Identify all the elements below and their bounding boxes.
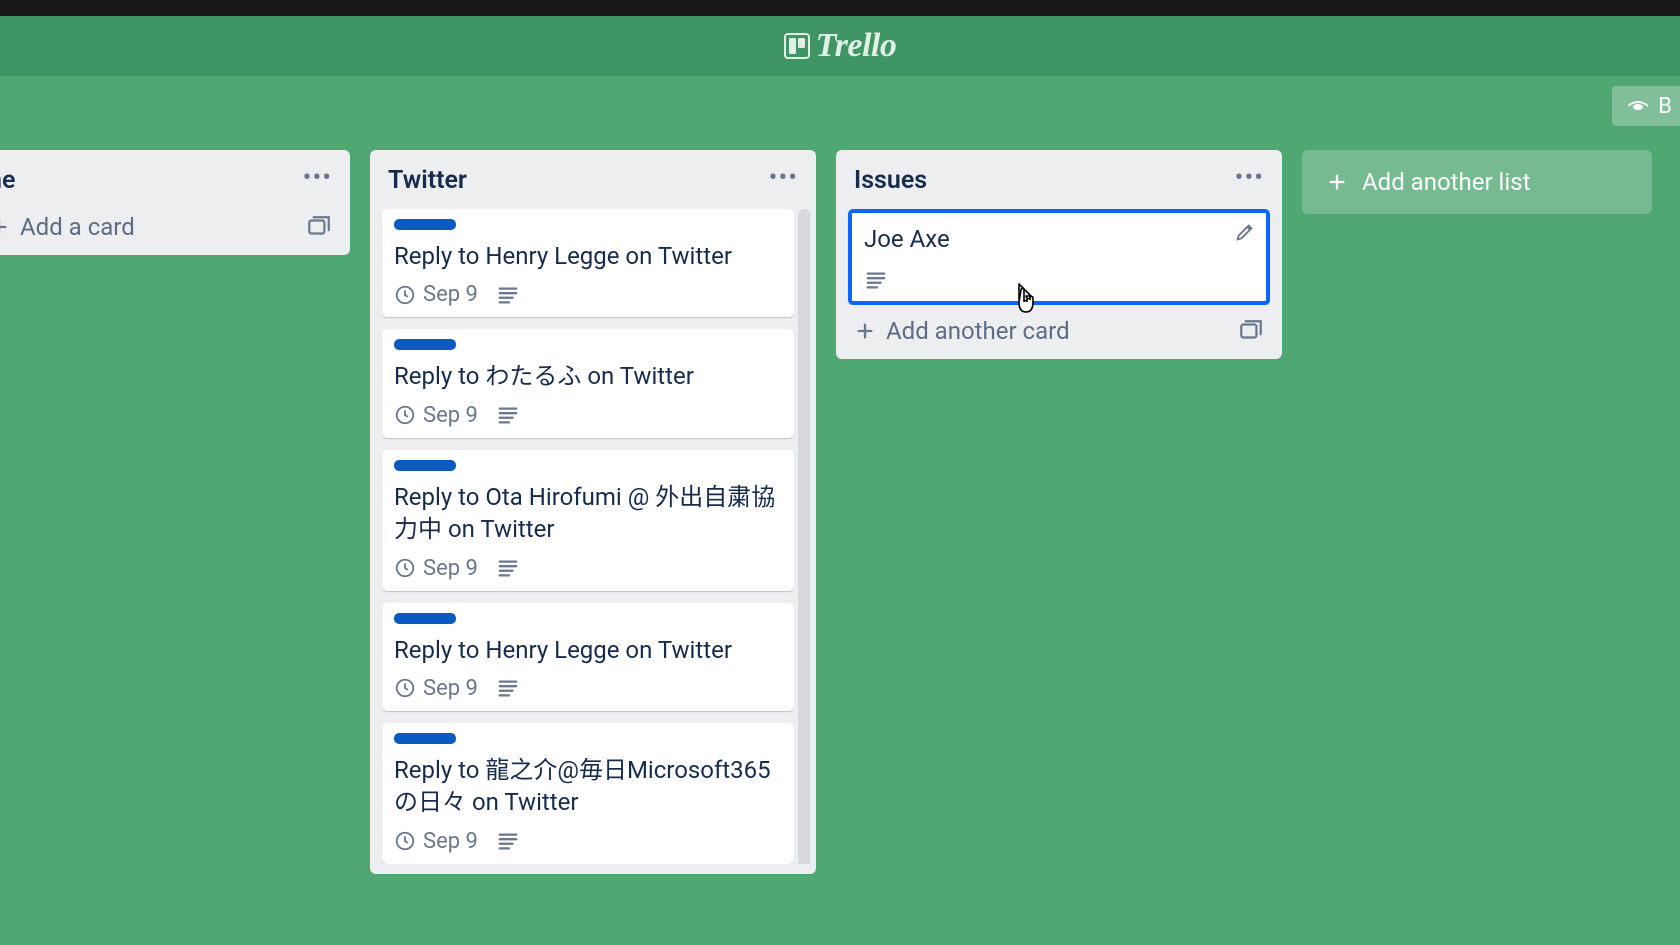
list-title[interactable]: Issues	[854, 166, 927, 195]
list-menu-button[interactable]: •••	[303, 173, 332, 189]
card-label-blue[interactable]	[394, 733, 456, 744]
card-title: Reply to わたるふ on Twitter	[394, 360, 782, 392]
edit-card-icon[interactable]	[1234, 221, 1256, 243]
add-card-label: Add another card	[886, 317, 1070, 345]
due-date-text: Sep 9	[423, 676, 478, 701]
card[interactable]: Reply to Henry Legge on Twitter Sep 9	[382, 603, 794, 711]
trello-header: Trello	[0, 16, 1680, 76]
add-card-button[interactable]: Add a card	[0, 209, 344, 245]
description-icon	[496, 557, 520, 579]
card-label-blue[interactable]	[394, 460, 456, 471]
due-date-text: Sep 9	[423, 403, 478, 428]
template-icon[interactable]	[1238, 318, 1264, 344]
list-menu-button[interactable]: •••	[1235, 173, 1264, 189]
due-date-badge: Sep 9	[394, 676, 478, 701]
list-menu-button[interactable]: •••	[769, 173, 798, 189]
clock-icon	[394, 404, 416, 426]
card[interactable]: Reply to 龍之介@毎日Microsoft365の日々 on Twitte…	[382, 723, 794, 864]
add-another-list-button[interactable]: Add another list	[1302, 150, 1652, 214]
card-label-blue[interactable]	[394, 339, 456, 350]
plus-icon	[0, 216, 10, 238]
board-header-bar: B	[0, 76, 1680, 136]
list-title[interactable]: Twitter	[388, 166, 467, 195]
card-title: Reply to 龍之介@毎日Microsoft365の日々 on Twitte…	[394, 754, 782, 819]
trello-logo-icon	[784, 33, 810, 59]
description-icon	[496, 404, 520, 426]
butler-button[interactable]: B	[1612, 86, 1680, 126]
due-date-text: Sep 9	[423, 556, 478, 581]
trello-logo[interactable]: Trello	[784, 27, 897, 65]
add-card-label: Add a card	[20, 213, 135, 241]
add-list-label: Add another list	[1362, 168, 1530, 196]
description-icon	[496, 677, 520, 699]
card-title: Reply to Ota Hirofumi @ 外出自粛協力中 on Twitt…	[394, 481, 782, 546]
due-date-text: Sep 9	[423, 282, 478, 307]
due-date-badge: Sep 9	[394, 282, 478, 307]
butler-icon	[1626, 94, 1650, 118]
clock-icon	[394, 677, 416, 699]
list-partial: ne ••• Add a card	[0, 150, 350, 255]
clock-icon	[394, 557, 416, 579]
list-twitter: Twitter ••• Reply to Henry Legge on Twit…	[370, 150, 816, 874]
cards-container: Joe Axe	[842, 209, 1276, 305]
browser-chrome-bar	[0, 0, 1680, 16]
plus-icon	[1326, 171, 1348, 193]
card-title: Reply to Henry Legge on Twitter	[394, 240, 782, 272]
description-icon	[496, 830, 520, 852]
card[interactable]: Reply to わたるふ on Twitter Sep 9	[382, 329, 794, 437]
butler-button-label: B	[1658, 94, 1672, 119]
trello-logo-text: Trello	[816, 27, 897, 65]
list-scrollbar[interactable]	[798, 209, 810, 864]
card-title: Reply to Henry Legge on Twitter	[394, 634, 782, 666]
card[interactable]: Reply to Henry Legge on Twitter Sep 9	[382, 209, 794, 317]
due-date-badge: Sep 9	[394, 403, 478, 428]
template-icon[interactable]	[306, 214, 332, 240]
clock-icon	[394, 284, 416, 306]
plus-icon	[854, 320, 876, 342]
list-title[interactable]: ne	[0, 166, 15, 195]
board-canvas: ne ••• Add a card Twitter ••• Reply to H…	[0, 150, 1680, 945]
clock-icon	[394, 830, 416, 852]
card[interactable]: Reply to Ota Hirofumi @ 外出自粛協力中 on Twitt…	[382, 450, 794, 591]
description-icon	[496, 284, 520, 306]
card-label-blue[interactable]	[394, 613, 456, 624]
card-selected[interactable]: Joe Axe	[848, 209, 1270, 305]
cards-container: Reply to Henry Legge on Twitter Sep 9 Re…	[376, 209, 810, 864]
card-title: Joe Axe	[864, 223, 1254, 255]
add-another-card-button[interactable]: Add another card	[842, 305, 1276, 349]
due-date-badge: Sep 9	[394, 829, 478, 854]
list-issues: Issues ••• Joe Axe Add another card	[836, 150, 1282, 359]
description-icon	[864, 269, 888, 291]
card-label-blue[interactable]	[394, 219, 456, 230]
due-date-text: Sep 9	[423, 829, 478, 854]
due-date-badge: Sep 9	[394, 556, 478, 581]
